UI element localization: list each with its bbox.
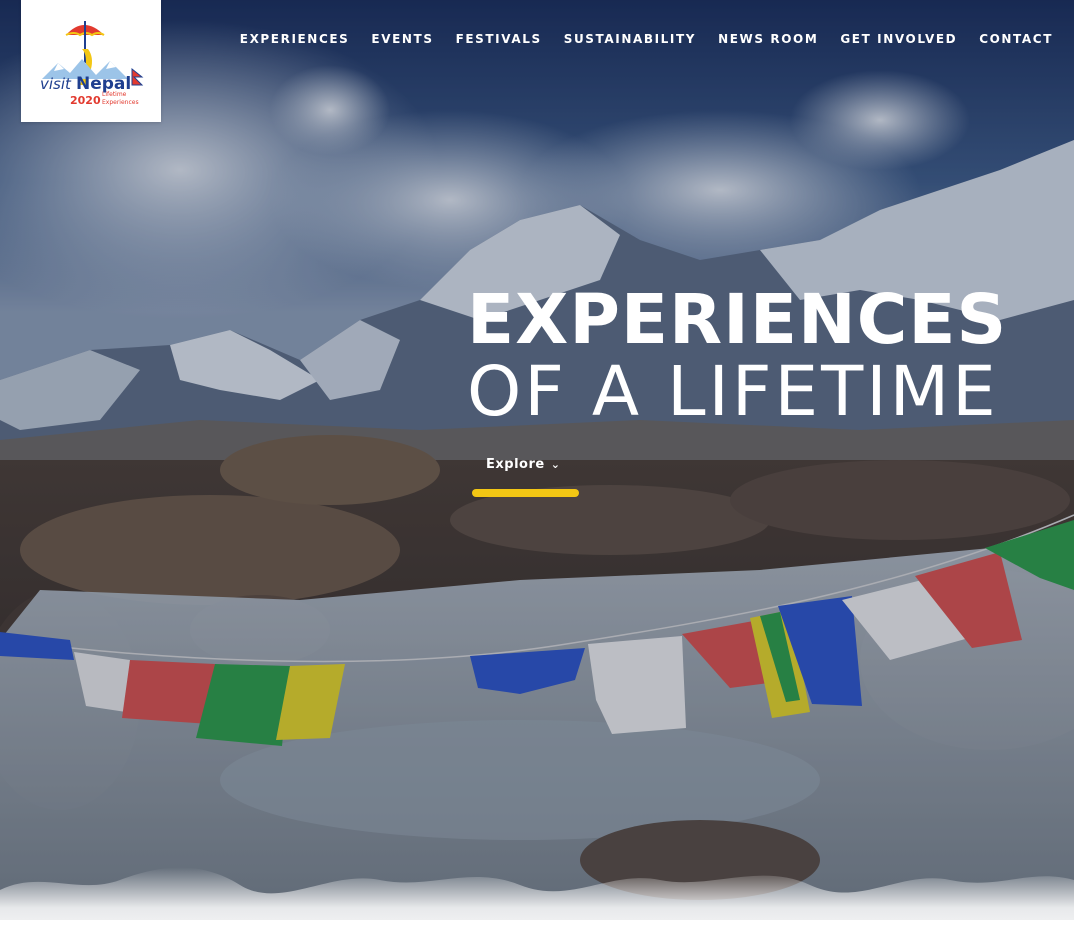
hero-title-line1: EXPERIENCES bbox=[467, 280, 1008, 360]
logo-year-text: 2020 bbox=[70, 94, 101, 107]
nav-sustainability[interactable]: SUSTAINABILITY bbox=[564, 30, 696, 48]
nav-experiences[interactable]: EXPERIENCES bbox=[240, 30, 350, 48]
explore-button[interactable]: Explore ⌄ bbox=[486, 457, 560, 472]
nav-festivals[interactable]: FESTIVALS bbox=[456, 30, 542, 48]
nav-get-involved[interactable]: GET INVOLVED bbox=[840, 30, 957, 48]
hero-section: visit Nepal 2020 Lifetime Experiences EX… bbox=[0, 0, 1074, 948]
nav-events[interactable]: EVENTS bbox=[371, 30, 433, 48]
explore-underline bbox=[472, 489, 579, 497]
chevron-down-icon: ⌄ bbox=[550, 458, 561, 471]
hero-headline: EXPERIENCES OF A LIFETIME bbox=[467, 280, 1008, 432]
main-navigation: EXPERIENCES EVENTS FESTIVALS SUSTAINABIL… bbox=[240, 30, 1053, 48]
logo-tagline-2: Experiences bbox=[102, 99, 139, 106]
visit-nepal-logo-icon: visit Nepal 2020 Lifetime Experiences bbox=[40, 21, 144, 107]
explore-label: Explore bbox=[486, 457, 545, 472]
logo-visit-text: visit bbox=[40, 75, 72, 93]
hero-background-image bbox=[0, 0, 1074, 948]
nav-contact[interactable]: CONTACT bbox=[979, 30, 1053, 48]
logo-tagline-1: Lifetime bbox=[102, 91, 127, 98]
nav-news-room[interactable]: NEWS ROOM bbox=[718, 30, 818, 48]
site-logo[interactable]: visit Nepal 2020 Lifetime Experiences bbox=[21, 0, 161, 122]
hero-title-line2: OF A LIFETIME bbox=[467, 352, 999, 432]
